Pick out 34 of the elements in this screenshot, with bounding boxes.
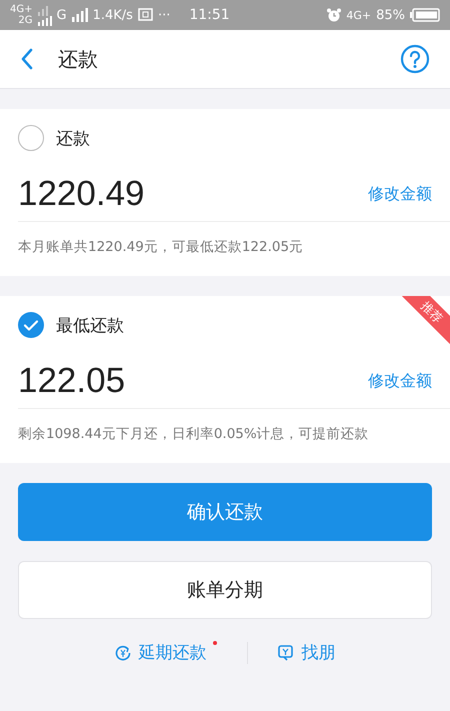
option-note: 剩余1098.44元下月还，日利率0.05%计息，可提前还款 [17, 425, 370, 444]
signal-icon [72, 8, 88, 22]
network-label: 4G+ [346, 8, 372, 22]
payment-option-card[interactable]: 还款 1220.49 修改金额 本月账单共1220.49元，可最低还款122.05元 [0, 109, 450, 276]
amount-value: 1220.49 [18, 174, 145, 214]
checked-radio-icon[interactable] [18, 312, 44, 338]
screenshot-icon [138, 8, 153, 22]
speed-label: 1.4K/s [92, 8, 133, 22]
option-note: 本月账单共1220.49元，可最低还款122.05元 [17, 238, 304, 257]
amount-value: 122.05 [18, 361, 126, 401]
network-label: 4G+ [10, 4, 32, 15]
more-label: ··· [158, 8, 170, 22]
page-title: 还款 [58, 46, 98, 72]
battery-percent: 85% [376, 8, 405, 22]
option-link[interactable]: 找朋 [302, 641, 336, 664]
help-icon[interactable] [400, 44, 430, 74]
confirm-button[interactable]: 确认还款 [18, 483, 432, 541]
option-label: 还款 [56, 128, 90, 150]
option-link[interactable]: 延期还款 [138, 641, 206, 664]
payment-option-card[interactable]: 最低还款 122.05 修改金额 剩余1098.44元下月还，日利率0.05%计息，可提前还款 推荐 [0, 296, 450, 463]
chat-yuan-icon [278, 644, 294, 660]
back-icon[interactable] [20, 48, 34, 70]
clock-time: 11:51 [189, 7, 230, 23]
radio-button[interactable] [18, 125, 44, 151]
edit-amount-link[interactable]: 修改金额 [368, 370, 432, 392]
network-label: 2G [18, 15, 32, 26]
edit-amount-link[interactable]: 修改金额 [368, 184, 432, 204]
alarm-icon [327, 8, 342, 22]
battery-icon [410, 8, 440, 22]
installment-button[interactable]: 账单分期 [18, 561, 432, 619]
yuan-cycle-icon [114, 644, 130, 660]
network-label: G [56, 8, 67, 22]
signal-icon [38, 4, 52, 26]
option-label: 最低还款 [56, 314, 124, 336]
